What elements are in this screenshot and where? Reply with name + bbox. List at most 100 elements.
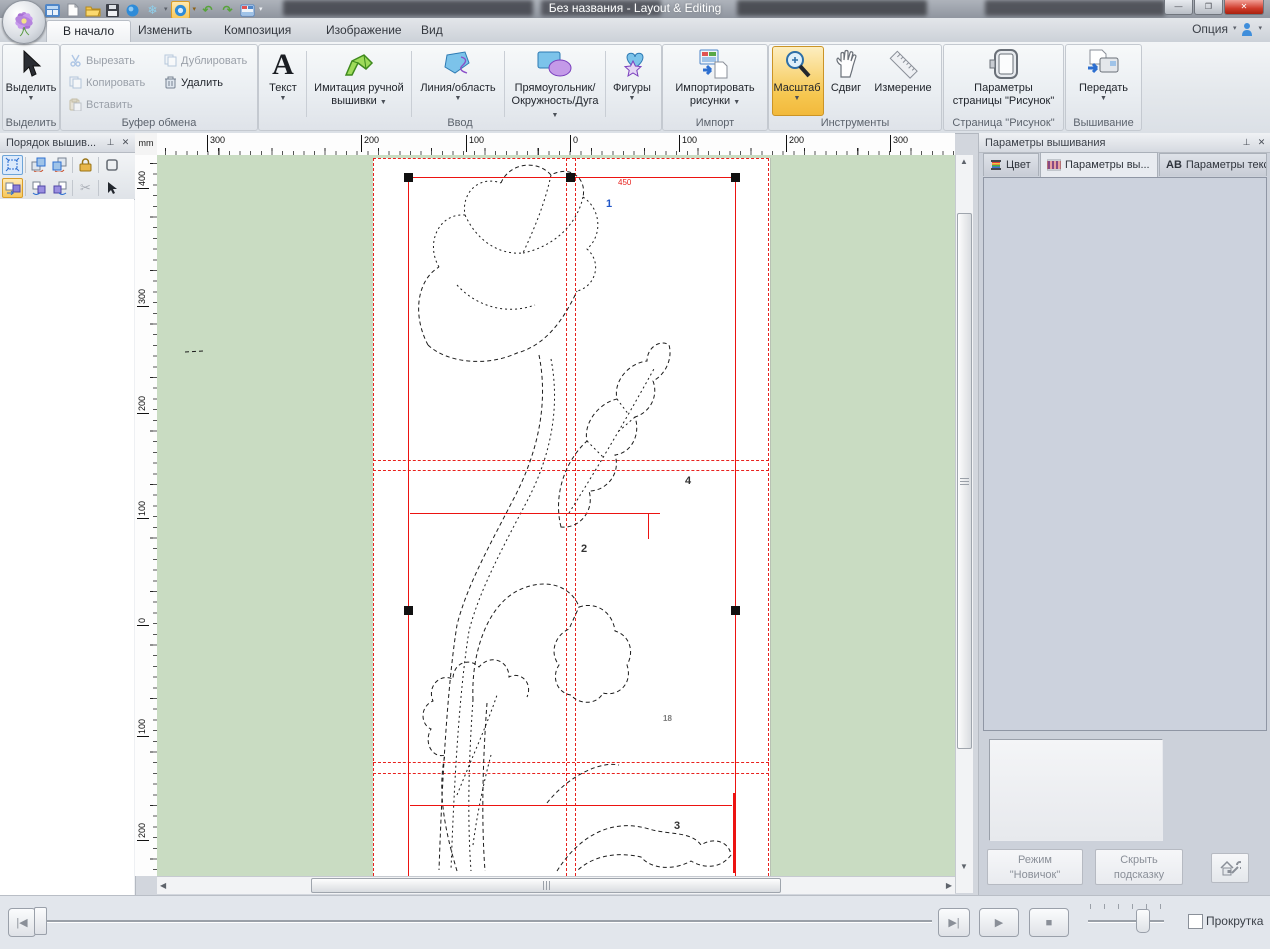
bring-forward-icon[interactable] <box>28 155 49 175</box>
stitch-pattern-icon[interactable]: ❄ <box>144 2 161 18</box>
new-document-icon[interactable] <box>64 2 81 18</box>
selection-handle[interactable] <box>731 173 740 182</box>
selection-handle[interactable] <box>731 606 740 615</box>
application-menu-button[interactable] <box>2 0 46 44</box>
save-icon[interactable] <box>104 2 121 18</box>
stitch-progress-handle[interactable] <box>34 907 47 935</box>
pin-icon[interactable]: ⊥ <box>1240 136 1253 149</box>
close-icon[interactable]: ✕ <box>119 136 132 149</box>
tab-color[interactable]: Цвет <box>983 153 1039 176</box>
divider <box>504 51 505 117</box>
hand-stitch-button[interactable]: Имитация ручной вышивки ▼ <box>309 47 409 108</box>
move-backward-icon[interactable] <box>49 178 70 198</box>
scroll-right-icon[interactable]: ▶ <box>946 881 952 890</box>
tab-composition[interactable]: Композиция <box>208 20 307 41</box>
stop-button[interactable]: ■ <box>1029 908 1069 937</box>
shapes-icon <box>615 47 649 81</box>
paste-button[interactable]: Вставить <box>69 95 133 114</box>
cursor-arrow-icon[interactable] <box>101 178 122 198</box>
stitch-simulator-bar: |◀ ▶| ▶ ■ Прокрутка <box>0 895 1270 949</box>
tab-sewing-attributes[interactable]: Параметры вы... <box>1040 152 1158 177</box>
delete-button[interactable]: Удалить <box>164 73 223 92</box>
close-icon[interactable]: ✕ <box>1255 136 1268 149</box>
maximize-button[interactable]: ❐ <box>1194 0 1223 15</box>
open-folder-icon[interactable] <box>84 2 101 18</box>
scroll-up-icon[interactable]: ▲ <box>956 157 972 166</box>
dropdown-arrow-icon[interactable]: ▾ <box>193 2 197 18</box>
design-settings-icon[interactable] <box>239 2 256 18</box>
tab-view[interactable]: Вид <box>405 20 459 41</box>
speed-slider-track[interactable] <box>1088 920 1164 923</box>
scroll-down-icon[interactable]: ▼ <box>956 862 972 871</box>
beginner-mode-button[interactable]: Режим "Новичок" <box>987 849 1083 885</box>
line-area-button[interactable]: Линия/область ▼ <box>414 47 502 103</box>
pan-button[interactable]: Сдвиг <box>825 47 867 95</box>
cut-button[interactable]: Вырезать <box>69 51 135 70</box>
scroll-checkbox[interactable] <box>1188 914 1203 929</box>
group-sewing: Передать ▼ Вышивание <box>1065 44 1142 131</box>
tab-home[interactable]: В начало <box>46 20 131 42</box>
group-label: Ввод <box>259 117 661 129</box>
speed-slider-ticks <box>1090 904 1162 909</box>
pin-icon[interactable]: ⊥ <box>104 136 117 149</box>
duplicate-icon <box>164 54 177 67</box>
user-account-icon[interactable] <box>1241 22 1253 36</box>
hide-hint-button[interactable]: Скрыть подсказку <box>1095 849 1183 885</box>
hint-settings-button[interactable] <box>1211 853 1249 883</box>
layout-window-icon[interactable] <box>44 2 61 18</box>
group-label: Выделить <box>3 117 59 129</box>
selection-handle[interactable] <box>404 173 413 182</box>
dropdown-arrow-icon[interactable]: ▾ <box>1258 21 1262 37</box>
tab-image[interactable]: Изображение <box>310 20 418 41</box>
minimize-button[interactable]: — <box>1164 0 1193 15</box>
scissors-icon[interactable]: ✂ <box>75 178 96 198</box>
stitch-line <box>733 793 736 873</box>
sewing-order-list[interactable] <box>0 199 134 895</box>
import-images-button[interactable]: Импортировать рисунки ▼ <box>667 47 763 108</box>
tab-edit[interactable]: Изменить <box>122 20 208 41</box>
design-property-icon[interactable] <box>171 1 190 18</box>
play-button[interactable]: ▶ <box>979 908 1019 937</box>
select-button[interactable]: Выделить ▼ <box>7 47 55 103</box>
duplicate-button[interactable]: Дублировать <box>164 51 247 70</box>
undo-icon[interactable]: ↶ <box>199 2 216 18</box>
fit-selection-icon[interactable] <box>2 155 23 175</box>
design-center-icon[interactable] <box>124 2 141 18</box>
qat-overflow-icon[interactable]: ▾ <box>259 2 263 18</box>
zoom-button[interactable]: Масштаб ▼ <box>772 47 822 103</box>
copy-button[interactable]: Копировать <box>69 73 145 92</box>
frame-icon[interactable] <box>101 155 122 175</box>
horizontal-scroll-thumb[interactable] <box>311 878 781 893</box>
shapes-button[interactable]: Фигуры ▼ <box>608 47 656 103</box>
vertical-scrollbar[interactable]: ▲ ▼ <box>955 155 973 893</box>
stitch-progress-track[interactable] <box>38 920 932 923</box>
scroll-left-icon[interactable]: ◀ <box>160 881 166 890</box>
go-to-start-button[interactable]: |◀ <box>8 908 36 937</box>
text-tool-button[interactable]: A Текст ▼ <box>263 47 303 103</box>
option-menu[interactable]: Опция <box>1192 22 1228 36</box>
send-backward-icon[interactable] <box>49 155 70 175</box>
horizontal-scrollbar[interactable]: ◀ ▶ <box>157 876 955 894</box>
go-to-end-button[interactable]: ▶| <box>938 908 970 937</box>
divider <box>98 180 99 196</box>
design-canvas[interactable]: 1 4 2 3 450 18 <box>157 155 955 876</box>
group-import: Импортировать рисунки ▼ Импорт <box>662 44 768 131</box>
move-forward-icon[interactable] <box>28 178 49 198</box>
divider <box>72 180 73 196</box>
redo-icon[interactable]: ↷ <box>219 2 236 18</box>
selection-handle[interactable] <box>404 606 413 615</box>
tab-text-attributes[interactable]: AB Параметры текс... <box>1159 153 1267 176</box>
dropdown-arrow-icon[interactable]: ▾ <box>1233 21 1237 37</box>
selection-handle[interactable] <box>566 173 575 182</box>
design-page-settings-button[interactable]: Параметры страницы "Рисунок" <box>948 47 1059 108</box>
move-to-position-icon[interactable] <box>2 178 23 198</box>
lock-icon[interactable] <box>75 155 96 175</box>
speed-slider-handle[interactable] <box>1136 909 1150 933</box>
dropdown-arrow-icon: ▼ <box>1100 95 1107 103</box>
dropdown-arrow-icon[interactable]: ▾ <box>164 2 168 18</box>
rectangle-circle-arc-button[interactable]: Прямоугольник/ Окружность/Дуга ▼ <box>507 47 603 121</box>
vertical-scroll-thumb[interactable] <box>957 213 972 749</box>
send-button[interactable]: Передать ▼ <box>1070 47 1137 103</box>
measure-button[interactable]: Измерение <box>869 47 937 95</box>
close-button[interactable]: ✕ <box>1224 0 1264 15</box>
